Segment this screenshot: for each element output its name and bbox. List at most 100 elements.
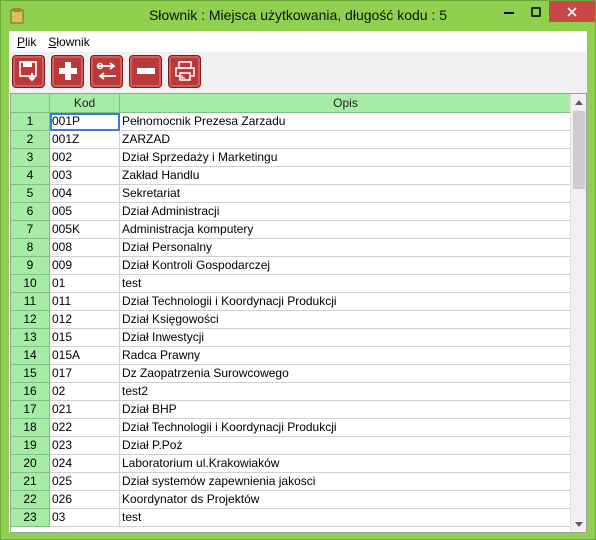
cell-kod[interactable]: 025 [50,473,120,491]
row-number[interactable]: 7 [11,221,50,239]
cell-kod[interactable]: 015A [50,347,120,365]
title-bar[interactable]: Słownik : Miejsca użytkowania, długość k… [1,1,595,31]
scroll-down-button[interactable] [571,516,586,532]
row-number[interactable]: 8 [11,239,50,257]
cell-kod[interactable]: 022 [50,419,120,437]
row-number[interactable]: 10 [11,275,50,293]
table-row[interactable]: 6 005 Dział Administracji [11,203,575,221]
table-row[interactable]: 23 03 test [11,509,575,527]
cell-opis[interactable]: test [120,275,572,293]
table-row[interactable]: 19 023 Dział P.Poż [11,437,575,455]
cell-kod[interactable]: 01 [50,275,120,293]
cell-opis[interactable]: Dział BHP [120,401,572,419]
row-number[interactable]: 4 [11,167,50,185]
cell-opis[interactable]: Pełnomocnik Prezesa Zarzadu [120,113,572,131]
cell-kod[interactable]: 026 [50,491,120,509]
menu-plik[interactable]: Plik [15,35,42,49]
scroll-up-button[interactable] [571,94,586,110]
cell-kod[interactable]: 015 [50,329,120,347]
table-row[interactable]: 18 022 Dział Technologii i Koordynacji Pro… [11,419,575,437]
print-button[interactable] [168,54,201,88]
cell-opis[interactable]: Dział Technologii i Koordynacji Produkcj… [120,419,572,437]
cell-opis[interactable]: Dział Sprzedaży i Marketingu [120,149,572,167]
column-header-kod[interactable]: Kod [50,94,120,113]
cell-opis[interactable]: Koordynator ds Projektów [120,491,572,509]
cell-kod[interactable]: 011 [50,293,120,311]
row-number[interactable]: 11 [11,293,50,311]
cell-opis[interactable]: Dział Kontroli Gospodarczej [120,257,572,275]
cell-kod[interactable]: 001Z [50,131,120,149]
cell-opis[interactable]: Radca Prawny [120,347,572,365]
cell-kod[interactable]: 023 [50,437,120,455]
row-number[interactable]: 23 [11,509,50,527]
table-row[interactable]: 14 015A Radca Prawny [11,347,575,365]
cell-kod[interactable]: 001P [50,113,120,131]
cell-opis[interactable]: Laboratorium ul.Krakowiaków [120,455,572,473]
cell-opis[interactable]: ZARZAD [120,131,572,149]
row-number[interactable]: 15 [11,365,50,383]
table-row[interactable]: 21 025 Dział systemów zapewnienia jakosci [11,473,575,491]
cell-opis[interactable]: Sekretariat [120,185,572,203]
row-number[interactable]: 18 [11,419,50,437]
table-row[interactable]: 4 003 Zakład Handlu [11,167,575,185]
cell-kod[interactable]: 021 [50,401,120,419]
minimize-button[interactable] [495,1,522,22]
table-row[interactable]: 5 004 Sekretariat [11,185,575,203]
maximize-button[interactable] [522,1,549,22]
table-row[interactable]: 7 005K Administracja komputery [11,221,575,239]
row-number[interactable]: 3 [11,149,50,167]
row-number[interactable]: 5 [11,185,50,203]
cell-kod[interactable]: 002 [50,149,120,167]
cell-opis[interactable]: Dział Księgowości [120,311,572,329]
table-row[interactable]: 17 021 Dział BHP [11,401,575,419]
header-corner[interactable] [11,94,50,113]
cell-opis[interactable]: test2 [120,383,572,401]
row-number[interactable]: 1 [11,113,50,131]
cell-opis[interactable]: test [120,509,572,527]
add-button[interactable] [51,54,84,88]
row-number[interactable]: 9 [11,257,50,275]
table-row[interactable]: 11 011 Dział Technologii i Koordynacji Pro… [11,293,575,311]
remove-button[interactable] [129,54,162,88]
row-number[interactable]: 21 [11,473,50,491]
cell-opis[interactable]: Dział P.Poż [120,437,572,455]
menu-slownik[interactable]: Słownik [46,35,95,49]
vertical-scrollbar[interactable] [570,94,586,532]
cell-kod[interactable]: 024 [50,455,120,473]
scrollbar-thumb[interactable] [573,111,585,189]
cell-opis[interactable]: Dz Zaopatrzenia Surowcowego [120,365,572,383]
row-number[interactable]: 20 [11,455,50,473]
cell-kod[interactable]: 005K [50,221,120,239]
column-header-opis[interactable]: Opis [120,94,572,113]
table-row[interactable]: 12 012 Dział Księgowości [11,311,575,329]
cell-opis[interactable]: Dział Technologii i Koordynacji Produkcj… [120,293,572,311]
cell-kod[interactable]: 02 [50,383,120,401]
row-number[interactable]: 6 [11,203,50,221]
table-row[interactable]: 10 01 test [11,275,575,293]
table-row[interactable]: 13 015 Dział Inwestycji [11,329,575,347]
cell-opis[interactable]: Dział Administracji [120,203,572,221]
cell-kod[interactable]: 008 [50,239,120,257]
cell-opis[interactable]: Dział systemów zapewnienia jakosci [120,473,572,491]
table-row[interactable]: 15 017 Dz Zaopatrzenia Surowcowego [11,365,575,383]
row-number[interactable]: 17 [11,401,50,419]
table-row[interactable]: 3 002 Dział Sprzedaży i Marketingu [11,149,575,167]
cell-kod[interactable]: 009 [50,257,120,275]
row-number[interactable]: 12 [11,311,50,329]
row-number[interactable]: 19 [11,437,50,455]
cell-opis[interactable]: Zakład Handlu [120,167,572,185]
cell-opis[interactable]: Administracja komputery [120,221,572,239]
row-number[interactable]: 14 [11,347,50,365]
row-number[interactable]: 13 [11,329,50,347]
save-button[interactable] [12,54,45,88]
cell-opis[interactable]: Dział Personalny [120,239,572,257]
data-grid[interactable]: Kod Opis 1 001P Pełnomocnik Prezesa Zarzad… [10,93,587,533]
table-row[interactable]: 8 008 Dział Personalny [11,239,575,257]
table-row[interactable]: 16 02 test2 [11,383,575,401]
cell-kod[interactable]: 03 [50,509,120,527]
table-row[interactable]: 9 009 Dział Kontroli Gospodarczej [11,257,575,275]
cell-kod[interactable]: 012 [50,311,120,329]
cell-kod[interactable]: 005 [50,203,120,221]
table-row[interactable]: 22 026 Koordynator ds Projektów [11,491,575,509]
cell-kod[interactable]: 004 [50,185,120,203]
